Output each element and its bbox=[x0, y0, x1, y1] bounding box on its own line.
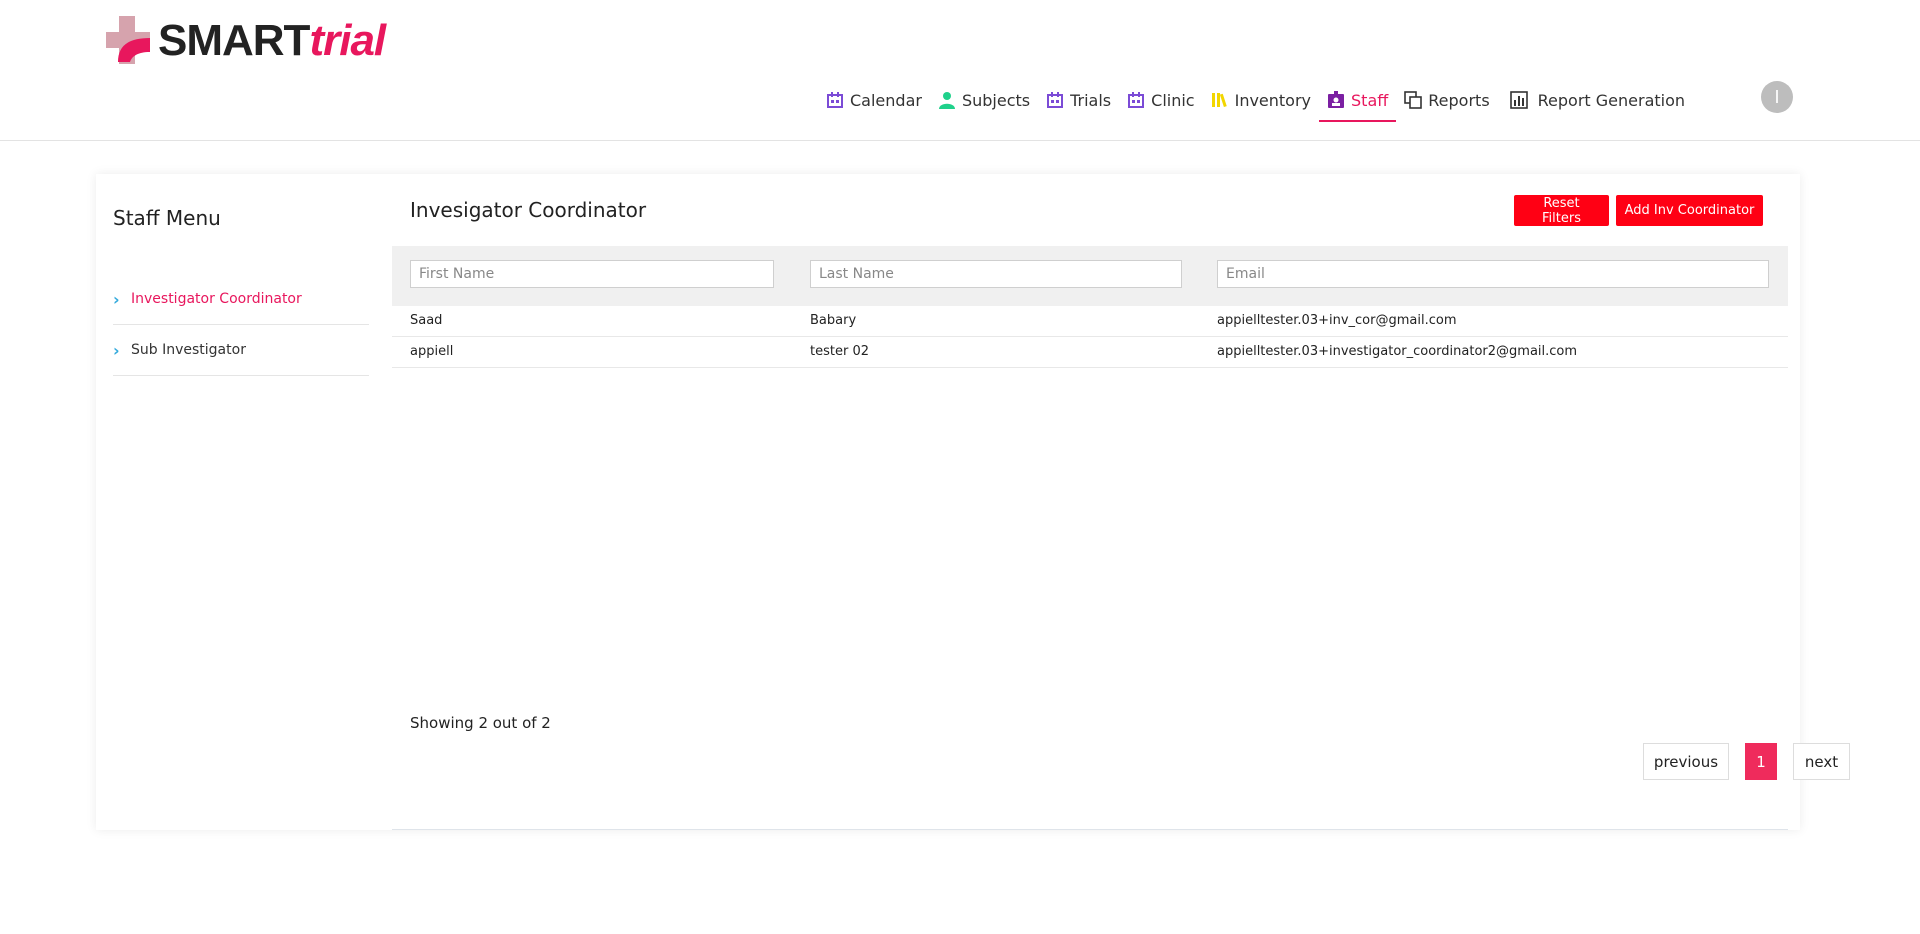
nav-label: Inventory bbox=[1234, 90, 1312, 110]
nav-reports[interactable]: Reports bbox=[1396, 80, 1497, 120]
trials-icon bbox=[1046, 91, 1064, 109]
top-header: SMARTtrial Calendar Subjects Trials Clin… bbox=[0, 0, 1920, 141]
table-row[interactable]: appiell tester 02 appielltester.03+inves… bbox=[392, 337, 1788, 368]
clinic-icon bbox=[1127, 91, 1145, 109]
last-name-filter-input[interactable] bbox=[810, 260, 1182, 288]
staff-card: Staff Menu › Investigator Coordinator › … bbox=[96, 174, 1850, 830]
sidebar-item-investigator-coordinator[interactable]: › Investigator Coordinator bbox=[113, 274, 369, 325]
chevron-right-icon: › bbox=[113, 340, 120, 360]
nav-label: Report Generation bbox=[1537, 90, 1686, 110]
chevron-right-icon: › bbox=[113, 289, 120, 309]
nav-subjects[interactable]: Subjects bbox=[930, 80, 1038, 120]
main-panel: Invesigator Coordinator Reset Filters Ad… bbox=[392, 174, 1850, 830]
filter-row bbox=[392, 246, 1788, 306]
nav-label: Trials bbox=[1070, 90, 1112, 110]
reset-filters-button[interactable]: Reset Filters bbox=[1514, 195, 1609, 226]
staff-table: Saad Babary appielltester.03+inv_cor@gma… bbox=[392, 306, 1788, 368]
nav-report-generation[interactable]: Report Generation bbox=[1502, 80, 1693, 120]
last-name-cell: tester 02 bbox=[810, 344, 869, 359]
nav-label: Staff bbox=[1351, 90, 1389, 110]
nav-label: Calendar bbox=[850, 90, 922, 110]
main-nav: Calendar Subjects Trials Clinic Inventor… bbox=[818, 80, 1693, 122]
report-generation-icon bbox=[1509, 91, 1528, 109]
nav-label: Clinic bbox=[1151, 90, 1195, 110]
nav-clinic[interactable]: Clinic bbox=[1119, 80, 1202, 120]
add-inv-coordinator-button[interactable]: Add Inv Coordinator bbox=[1616, 195, 1763, 226]
nav-inventory[interactable]: Inventory bbox=[1203, 80, 1319, 120]
sidebar-title: Staff Menu bbox=[113, 206, 221, 230]
last-name-cell: Babary bbox=[810, 313, 857, 328]
logo-trial-text: trial bbox=[309, 16, 386, 65]
inventory-icon bbox=[1211, 91, 1229, 109]
nav-label: Reports bbox=[1428, 90, 1490, 110]
showing-count: Showing 2 out of 2 bbox=[410, 714, 551, 732]
first-name-cell: Saad bbox=[410, 313, 443, 328]
reports-icon bbox=[1404, 91, 1423, 109]
sidebar-item-label: Sub Investigator bbox=[131, 342, 246, 358]
first-name-filter-input[interactable] bbox=[410, 260, 774, 288]
logo-smart-text: SMART bbox=[158, 16, 310, 65]
page-1-button[interactable]: 1 bbox=[1745, 743, 1777, 780]
user-avatar[interactable]: I bbox=[1761, 81, 1793, 113]
page-title: Invesigator Coordinator bbox=[410, 198, 647, 222]
first-name-cell: appiell bbox=[410, 344, 454, 359]
person-icon bbox=[938, 91, 956, 109]
sidebar-item-sub-investigator[interactable]: › Sub Investigator bbox=[113, 325, 369, 376]
sidebar-item-label: Investigator Coordinator bbox=[131, 291, 302, 307]
sidebar-list: › Investigator Coordinator › Sub Investi… bbox=[113, 274, 369, 376]
email-filter-input[interactable] bbox=[1217, 260, 1769, 288]
nav-label: Subjects bbox=[961, 90, 1031, 110]
calendar-icon bbox=[826, 91, 844, 109]
staff-icon bbox=[1327, 91, 1345, 109]
next-page-button[interactable]: next bbox=[1793, 743, 1850, 780]
previous-page-button[interactable]: previous bbox=[1643, 743, 1729, 780]
cross-logo-icon bbox=[106, 16, 150, 64]
nav-calendar[interactable]: Calendar bbox=[818, 80, 930, 120]
table-row[interactable]: Saad Babary appielltester.03+inv_cor@gma… bbox=[392, 306, 1788, 337]
email-cell: appielltester.03+investigator_coordinato… bbox=[1217, 344, 1578, 359]
nav-trials[interactable]: Trials bbox=[1038, 80, 1119, 120]
nav-staff[interactable]: Staff bbox=[1319, 80, 1397, 122]
divider bbox=[392, 829, 1788, 830]
email-cell: appielltester.03+inv_cor@gmail.com bbox=[1217, 313, 1457, 328]
smarttrial-logo[interactable]: SMARTtrial bbox=[106, 16, 386, 66]
